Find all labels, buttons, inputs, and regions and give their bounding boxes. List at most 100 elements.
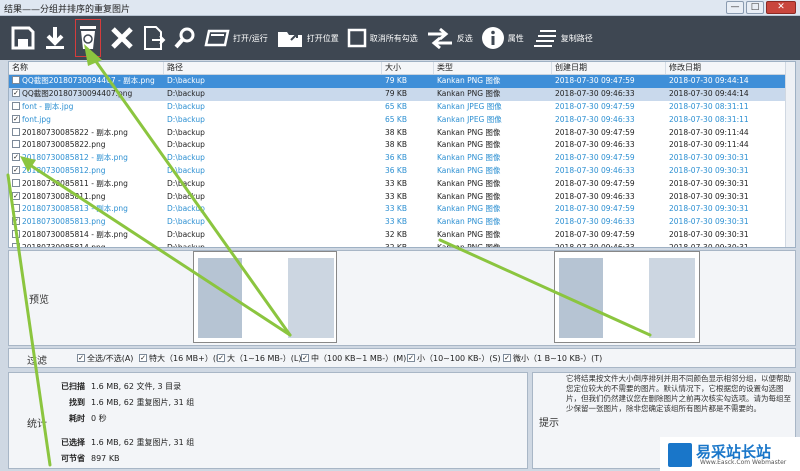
stat-scanned-value: 1.6 MB, 62 文件, 3 目录: [91, 382, 182, 391]
preview-image-right[interactable]: [554, 251, 700, 343]
filter-option[interactable]: ✓ 特大（16 MB+）(H): [139, 353, 225, 364]
row-checkbox[interactable]: ✓: [12, 165, 20, 174]
deselect-all-button[interactable]: 取消所有勾选: [347, 18, 418, 58]
row-checkbox[interactable]: [12, 76, 20, 85]
watermark-logo: 易采站长站 Www.Easck.Com Webmaster: [660, 437, 800, 471]
cell-created: 2018-07-30 09:46:33: [555, 217, 635, 227]
table-row[interactable]: 20180730085814.png D:\backup 32 KB Kankan P…: [9, 241, 795, 247]
cell-type: Kankan PNG 图像: [437, 140, 501, 150]
table-row[interactable]: QQ截图20180730094407 - 副本.png D:\backup 79 K…: [9, 75, 795, 88]
result-table[interactable]: 名称 路径 大小 类型 创建日期 修改日期 QQ截图20180730094407…: [8, 61, 796, 248]
table-row[interactable]: 20180730085811 - 副本.png D:\backup 33 KB Kan…: [9, 177, 795, 190]
row-checkbox[interactable]: [12, 204, 20, 213]
preview-button[interactable]: [174, 18, 196, 58]
stat-selected: 已选择 1.6 MB, 62 重复图片, 31 组: [57, 437, 194, 448]
table-row[interactable]: ✓ font.jpg D:\backup 65 KB Kankan JPEG 图像 201…: [9, 113, 795, 126]
export-button[interactable]: [44, 18, 66, 58]
move-button[interactable]: [142, 18, 166, 58]
cell-created: 2018-07-30 09:47:59: [555, 153, 635, 163]
stat-found: 找到 1.6 MB, 62 重复图片, 31 组: [57, 397, 194, 408]
table-row[interactable]: 20180730085822.png D:\backup 38 KB Kankan P…: [9, 139, 795, 152]
table-row[interactable]: 20180730085814 - 副本.png D:\backup 32 KB Kan…: [9, 229, 795, 242]
file-name: font - 副本.jpg: [22, 101, 74, 111]
table-row[interactable]: 20180730085813 - 副本.png D:\backup 33 KB Kan…: [9, 203, 795, 216]
column-header-path[interactable]: 路径: [164, 62, 382, 74]
close-button[interactable]: ✕: [766, 1, 796, 14]
cell-name: ✓ QQ截图20180730094407.png: [9, 88, 164, 100]
delete-button[interactable]: [110, 18, 134, 58]
row-checkbox[interactable]: ✓: [12, 153, 20, 162]
filter-checkbox[interactable]: ✓: [503, 353, 511, 362]
vertical-scrollbar[interactable]: [785, 62, 795, 247]
row-checkbox[interactable]: [12, 178, 20, 187]
table-row[interactable]: ✓ QQ截图20180730094407.png D:\backup 79 KB Kan…: [9, 87, 795, 101]
row-checkbox[interactable]: [12, 140, 20, 149]
filter-checkbox[interactable]: ✓: [217, 353, 225, 362]
minimize-button[interactable]: —: [726, 1, 744, 14]
filter-option[interactable]: ✓ 微小（1 B~10 KB-）(T): [503, 353, 602, 364]
table-row[interactable]: 20180730085822 - 副本.png D:\backup 38 KB Kan…: [9, 126, 795, 139]
download-icon: [46, 27, 64, 49]
magnifier-icon: [174, 27, 195, 49]
table-row[interactable]: ✓ 20180730085812 - 副本.png D:\backup 36 KB Ka…: [9, 152, 795, 165]
column-header-size[interactable]: 大小: [382, 62, 434, 74]
preview-panel: 预览: [8, 250, 796, 346]
open-location-button[interactable]: 打开位置: [276, 18, 339, 58]
open-location-label: 打开位置: [306, 33, 339, 43]
filter-option-label: 大（1~16 MB-）(L): [227, 354, 302, 363]
invert-selection-button[interactable]: 反选: [426, 18, 473, 58]
cell-size: 33 KB: [385, 204, 407, 214]
filter-checkbox[interactable]: ✓: [407, 353, 415, 362]
cell-path: D:\backup: [167, 140, 205, 150]
cell-type: Kankan PNG 图像: [437, 127, 501, 137]
save-button[interactable]: [10, 18, 36, 58]
cell-size: 32 KB: [385, 229, 407, 239]
maximize-button[interactable]: □: [746, 1, 764, 14]
cell-created: 2018-07-30 09:46:33: [555, 114, 635, 124]
copy-path-button[interactable]: 复制路径: [532, 18, 593, 58]
filter-option[interactable]: ✓ 全选/不选(A): [77, 353, 133, 364]
row-checkbox[interactable]: ✓: [12, 191, 20, 200]
cell-created: 2018-07-30 09:47:59: [555, 229, 635, 239]
file-name: 20180730085813.png: [22, 217, 106, 227]
cell-name: 20180730085811 - 副本.png: [9, 178, 164, 190]
table-header: 名称 路径 大小 类型 创建日期 修改日期: [9, 62, 795, 75]
stat-selected-label: 已选择: [61, 438, 85, 447]
filter-checkbox[interactable]: ✓: [301, 353, 309, 362]
row-checkbox[interactable]: [12, 101, 20, 110]
cell-size: 36 KB: [385, 165, 407, 175]
row-checkbox[interactable]: [12, 229, 20, 238]
tip-label: 提示: [539, 418, 559, 429]
cell-modified: 2018-07-30 09:30:31: [669, 165, 749, 175]
row-checkbox[interactable]: ✓: [12, 217, 20, 226]
filter-checkbox[interactable]: ✓: [139, 353, 147, 362]
column-header-type[interactable]: 类型: [434, 62, 552, 74]
watermark-url: Www.Easck.Com Webmaster: [700, 459, 787, 466]
preview-image-left[interactable]: [193, 251, 337, 343]
filter-option[interactable]: ✓ 中（100 KB~1 MB-）(M): [301, 353, 406, 364]
cell-modified: 2018-07-30 08:31:11: [669, 114, 749, 124]
table-body: QQ截图20180730094407 - 副本.png D:\backup 79 K…: [9, 75, 795, 247]
column-header-modified[interactable]: 修改日期: [666, 62, 786, 74]
filter-option[interactable]: ✓ 小（10~100 KB-）(S): [407, 353, 501, 364]
row-checkbox[interactable]: ✓: [12, 114, 20, 123]
table-row[interactable]: ✓ 20180730085812.png D:\backup 36 KB Kankan …: [9, 165, 795, 178]
open-run-button[interactable]: 打开/运行: [204, 18, 268, 58]
cell-type: Kankan PNG 图像: [437, 153, 501, 163]
title-bar: 结果——分组并排序的重复图片 — □ ✕: [0, 0, 800, 16]
stat-extra: 可节省 897 KB: [57, 453, 120, 464]
filter-option[interactable]: ✓ 大（1~16 MB-）(L): [217, 353, 302, 364]
column-header-created[interactable]: 创建日期: [552, 62, 666, 74]
table-row[interactable]: font - 副本.jpg D:\backup 65 KB Kankan JPEG 图…: [9, 101, 795, 114]
column-header-name[interactable]: 名称: [9, 62, 164, 74]
row-checkbox[interactable]: ✓: [12, 89, 20, 98]
cell-name: 20180730085822.png: [9, 139, 164, 151]
recycle-button[interactable]: [74, 18, 102, 58]
table-row[interactable]: ✓ 20180730085811.png D:\backup 33 KB Kankan …: [9, 190, 795, 203]
row-checkbox[interactable]: [12, 242, 20, 247]
copy-path-label: 复制路径: [560, 33, 593, 43]
row-checkbox[interactable]: [12, 127, 20, 136]
properties-button[interactable]: 属性: [481, 18, 524, 58]
table-row[interactable]: ✓ 20180730085813.png D:\backup 33 KB Kankan …: [9, 216, 795, 229]
filter-checkbox[interactable]: ✓: [77, 353, 85, 362]
